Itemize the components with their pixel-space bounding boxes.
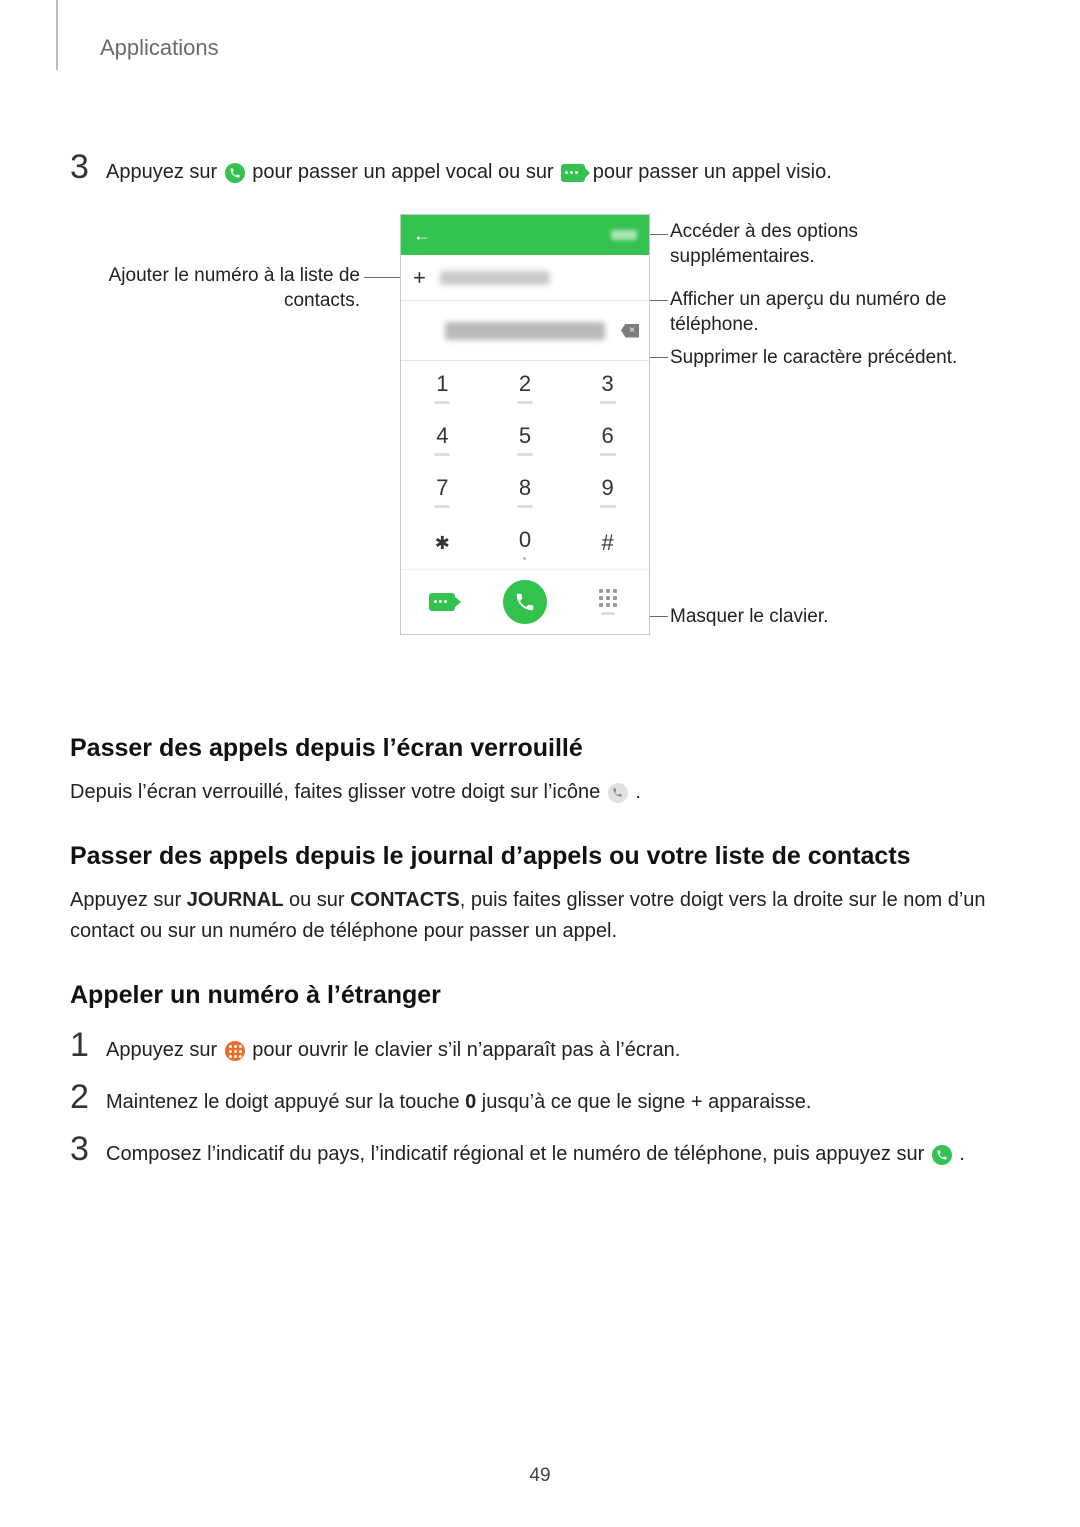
subheading-locked: Passer des appels depuis l’écran verroui… <box>70 734 1010 763</box>
step-number: 2 <box>70 1080 106 1114</box>
video-call-button[interactable] <box>401 570 484 634</box>
step3-text-c: pour passer un appel visio. <box>593 161 832 183</box>
intl-step-3: 3 Composez l’indicatif du pays, l’indica… <box>70 1132 1010 1168</box>
phone-topbar: ← <box>401 215 649 255</box>
subheading-international: Appeler un numéro à l’étranger <box>70 981 1010 1010</box>
intl-step-1: 1 Appuyez sur pour ouvrir le clavier s’i… <box>70 1028 1010 1064</box>
locked-paragraph: Depuis l’écran verrouillé, faites glisse… <box>70 777 1010 808</box>
plus-icon: + <box>413 265 426 291</box>
step-text: Composez l’indicatif du pays, l’indicati… <box>106 1140 1010 1168</box>
number-display-row <box>401 301 649 361</box>
step-number: 1 <box>70 1028 106 1062</box>
callout-preview: Afficher un aperçu du numéro de téléphon… <box>670 288 1000 337</box>
key-9[interactable]: 9 <box>566 465 649 517</box>
key-3[interactable]: 3 <box>566 361 649 413</box>
step-text: Appuyez sur pour ouvrir le clavier s’il … <box>106 1036 1010 1064</box>
number-blurred <box>445 322 605 340</box>
section-header: Applications <box>100 35 219 61</box>
add-to-contacts-row[interactable]: + <box>401 255 649 301</box>
journal-paragraph: Appuyez sur JOURNAL ou sur CONTACTS, pui… <box>70 885 1010 947</box>
callout-hide-keyboard: Masquer le clavier. <box>670 605 970 630</box>
step-3-row: 3 Appuyez sur pour passer un appel vocal… <box>70 150 1010 186</box>
keypad: 1 2 3 4 5 6 7 8 9 ✱ 0 # <box>401 361 649 569</box>
callout-backspace: Supprimer le caractère précédent. <box>670 346 1010 371</box>
key-star[interactable]: ✱ <box>401 517 484 569</box>
step-number: 3 <box>70 1132 106 1166</box>
add-to-contacts-label-blurred <box>440 271 550 285</box>
callout-add-contacts: Ajouter le numéro à la liste de contacts… <box>50 264 360 313</box>
dialpad-icon <box>225 1041 245 1061</box>
video-call-icon <box>561 164 585 182</box>
key-hash[interactable]: # <box>566 517 649 569</box>
call-icon <box>932 1145 952 1165</box>
key-5[interactable]: 5 <box>484 413 567 465</box>
key-6[interactable]: 6 <box>566 413 649 465</box>
intl-step-2: 2 Maintenez le doigt appuyé sur la touch… <box>70 1080 1010 1116</box>
page-content: 3 Appuyez sur pour passer un appel vocal… <box>70 150 1010 1184</box>
page-number: 49 <box>0 1465 1080 1487</box>
lock-phone-icon <box>608 783 628 803</box>
more-options-icon[interactable] <box>611 230 637 240</box>
key-2[interactable]: 2 <box>484 361 567 413</box>
key-0[interactable]: 0 <box>484 517 567 569</box>
back-icon[interactable]: ← <box>413 225 431 246</box>
hide-keypad-button[interactable] <box>566 570 649 634</box>
video-icon <box>429 593 455 611</box>
backspace-icon[interactable] <box>621 324 639 338</box>
key-7[interactable]: 7 <box>401 465 484 517</box>
step3-text-a: Appuyez sur <box>106 161 223 183</box>
action-row <box>401 569 649 634</box>
side-rule <box>56 0 58 70</box>
keypad-grid-icon <box>599 589 617 607</box>
subheading-journal: Passer des appels depuis le journal d’ap… <box>70 842 1010 871</box>
key-4[interactable]: 4 <box>401 413 484 465</box>
key-1[interactable]: 1 <box>401 361 484 413</box>
call-button[interactable] <box>484 570 567 634</box>
dialer-figure: Ajouter le numéro à la liste de contacts… <box>70 214 1010 674</box>
step-text: Appuyez sur pour passer un appel vocal o… <box>106 158 1010 186</box>
callout-options: Accéder à des options supplémentaires. <box>670 220 1000 269</box>
call-icon <box>225 163 245 183</box>
dialer-phone-mock: ← + 1 2 3 4 5 6 7 8 9 ✱ 0 <box>400 214 650 635</box>
call-icon <box>503 580 547 624</box>
key-8[interactable]: 8 <box>484 465 567 517</box>
step-text: Maintenez le doigt appuyé sur la touche … <box>106 1088 1010 1116</box>
step-number: 3 <box>70 150 106 184</box>
step3-text-b: pour passer un appel vocal ou sur <box>252 161 559 183</box>
